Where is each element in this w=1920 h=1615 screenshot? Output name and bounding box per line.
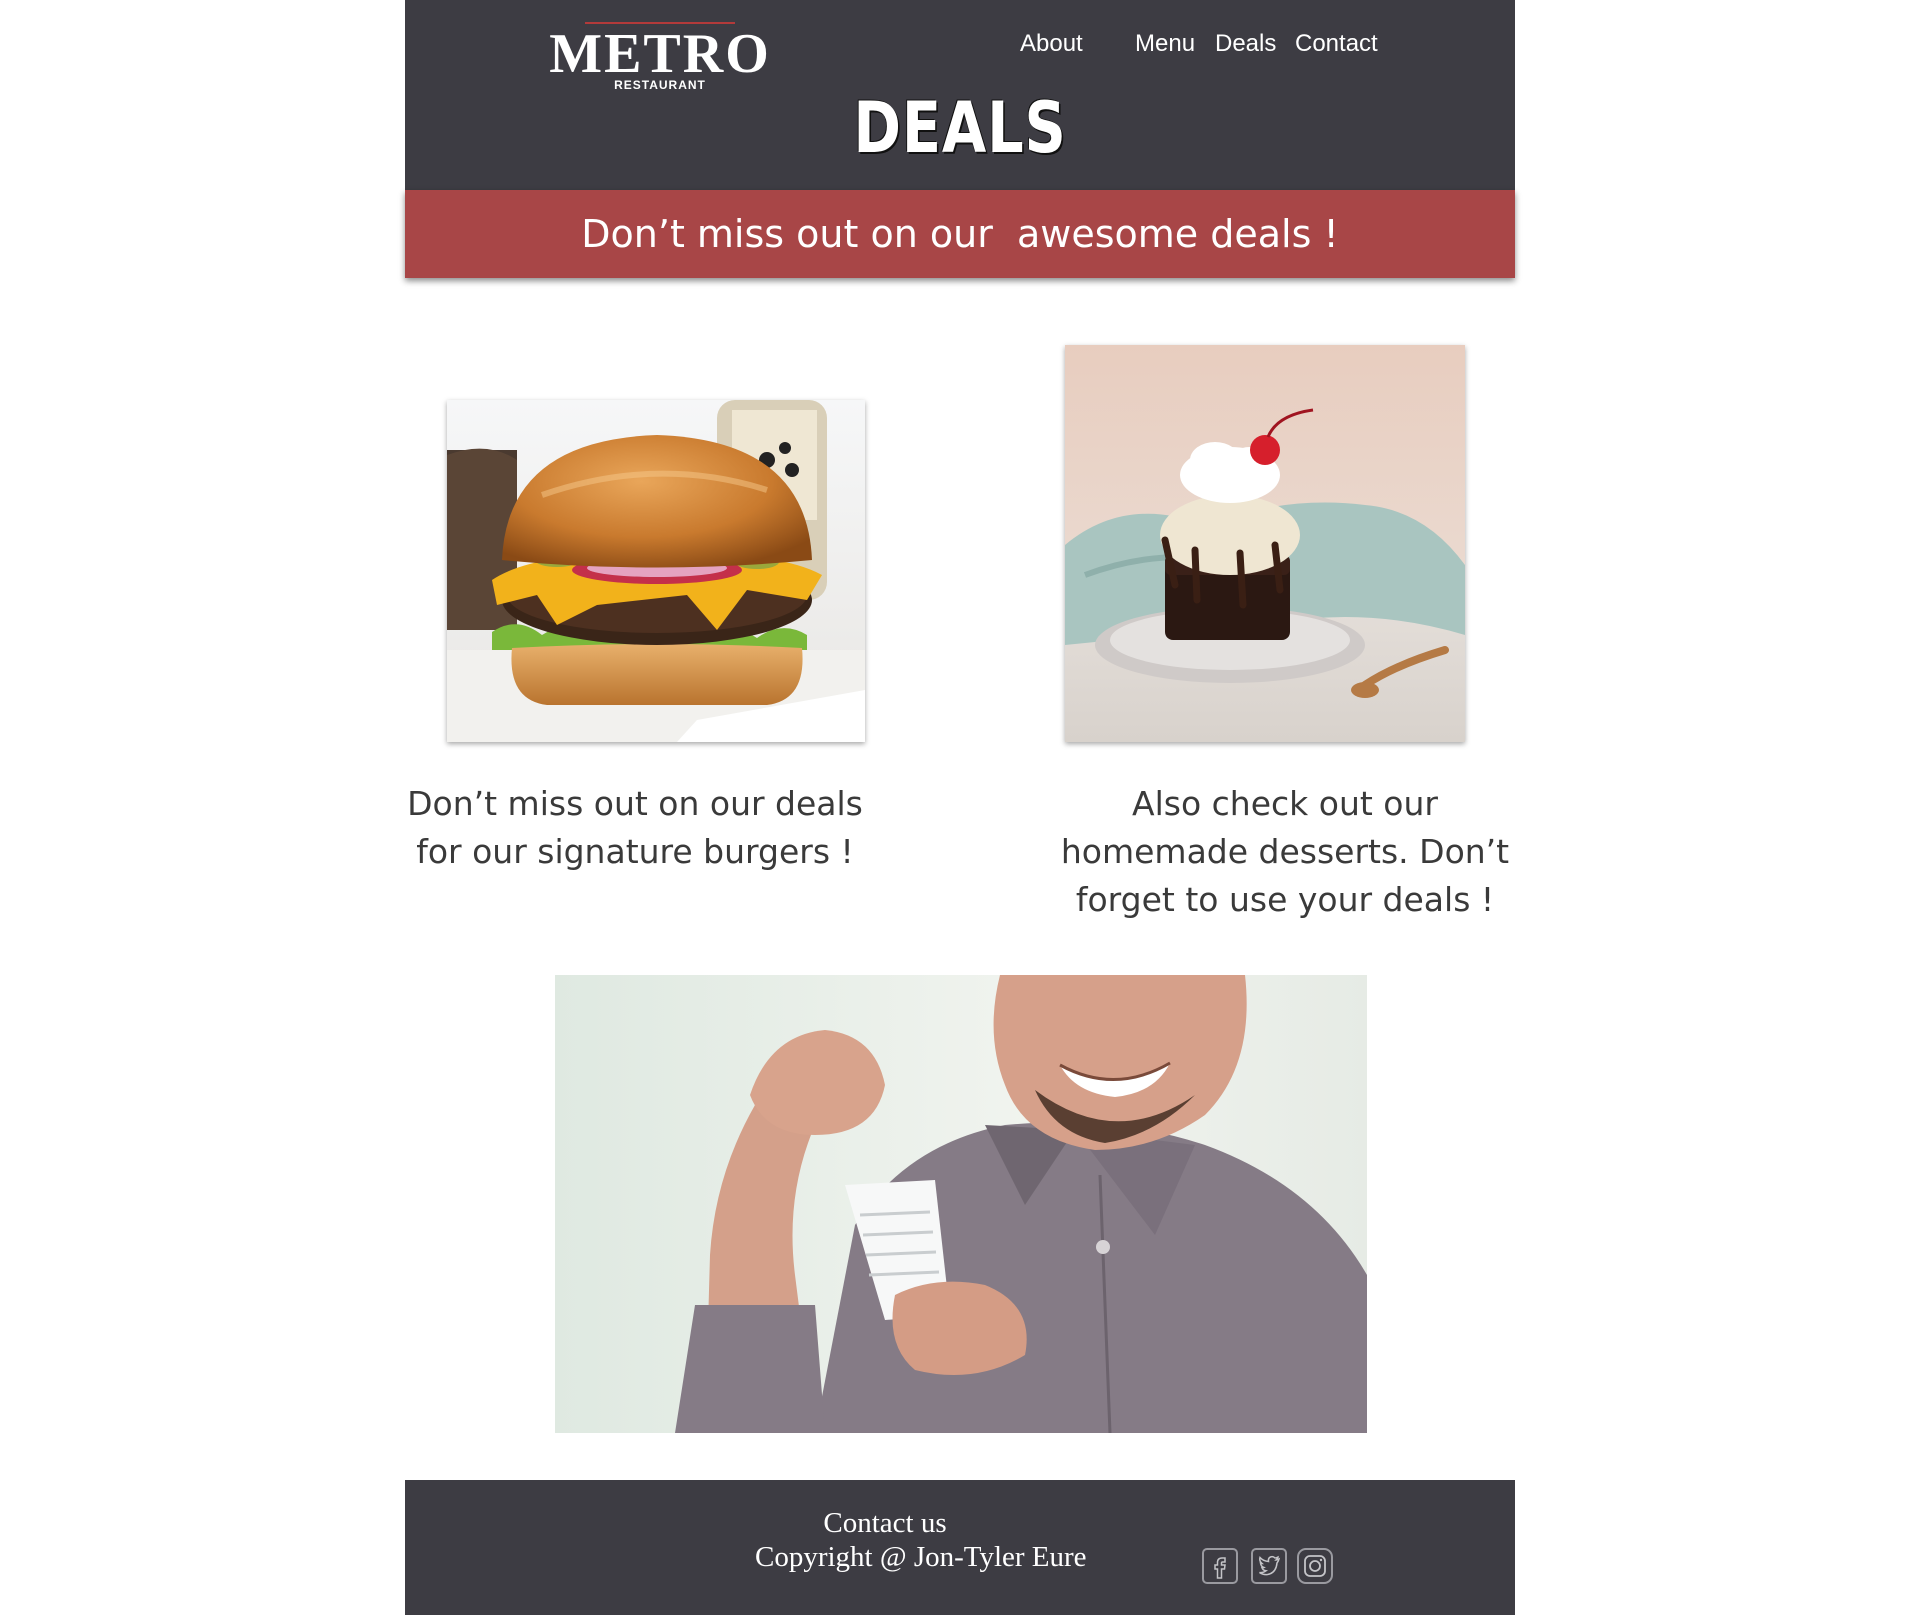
burger-photo xyxy=(447,400,865,742)
nav-deals[interactable]: Deals xyxy=(1215,30,1276,58)
burger-caption-line-1: Don’t miss out on our deals xyxy=(407,784,863,823)
footer-copyright: Copyright @ Jon-Tyler Eure xyxy=(755,1541,1087,1573)
page-title: DEALS xyxy=(853,87,1067,169)
banner-text: Don’t miss out on our awesome deals ! xyxy=(581,212,1339,256)
dessert-illustration xyxy=(1065,345,1465,742)
burger-caption: Don’t miss out on our deals for our sign… xyxy=(405,780,865,876)
footer-contact-link[interactable]: Contact us xyxy=(755,1506,1015,1540)
dessert-photo xyxy=(1065,345,1465,742)
happy-man-receipt-photo xyxy=(555,975,1367,1433)
logo[interactable]: METRO RESTAURANT xyxy=(535,20,785,95)
happy-man-illustration xyxy=(555,975,1367,1433)
twitter-icon[interactable] xyxy=(1251,1548,1287,1584)
instagram-icon[interactable] xyxy=(1297,1548,1333,1584)
facebook-icon[interactable] xyxy=(1202,1548,1238,1584)
page: METRO RESTAURANT About Menu Deals Contac… xyxy=(405,0,1515,1615)
site-footer: Contact us Copyright @ Jon-Tyler Eure xyxy=(405,1480,1515,1615)
logo-title: METRO xyxy=(549,23,771,85)
dessert-caption-line-1: Also check out our xyxy=(1132,784,1438,823)
deals-banner: Don’t miss out on our awesome deals ! xyxy=(405,190,1515,278)
burger-illustration xyxy=(447,400,865,742)
nav-contact[interactable]: Contact xyxy=(1295,30,1378,58)
nav-about[interactable]: About xyxy=(1020,30,1083,58)
dessert-caption: Also check out our homemade desserts. Do… xyxy=(1055,780,1515,924)
nav-menu[interactable]: Menu xyxy=(1135,30,1195,58)
main-nav: About Menu Deals Contact xyxy=(1020,30,1460,64)
site-header: METRO RESTAURANT About Menu Deals Contac… xyxy=(405,0,1515,190)
burger-caption-line-2: for our signature burgers ! xyxy=(416,832,854,871)
dessert-caption-line-2: homemade desserts. Don’t xyxy=(1060,832,1510,871)
dessert-caption-line-3: forget to use your deals ! xyxy=(1075,880,1495,919)
